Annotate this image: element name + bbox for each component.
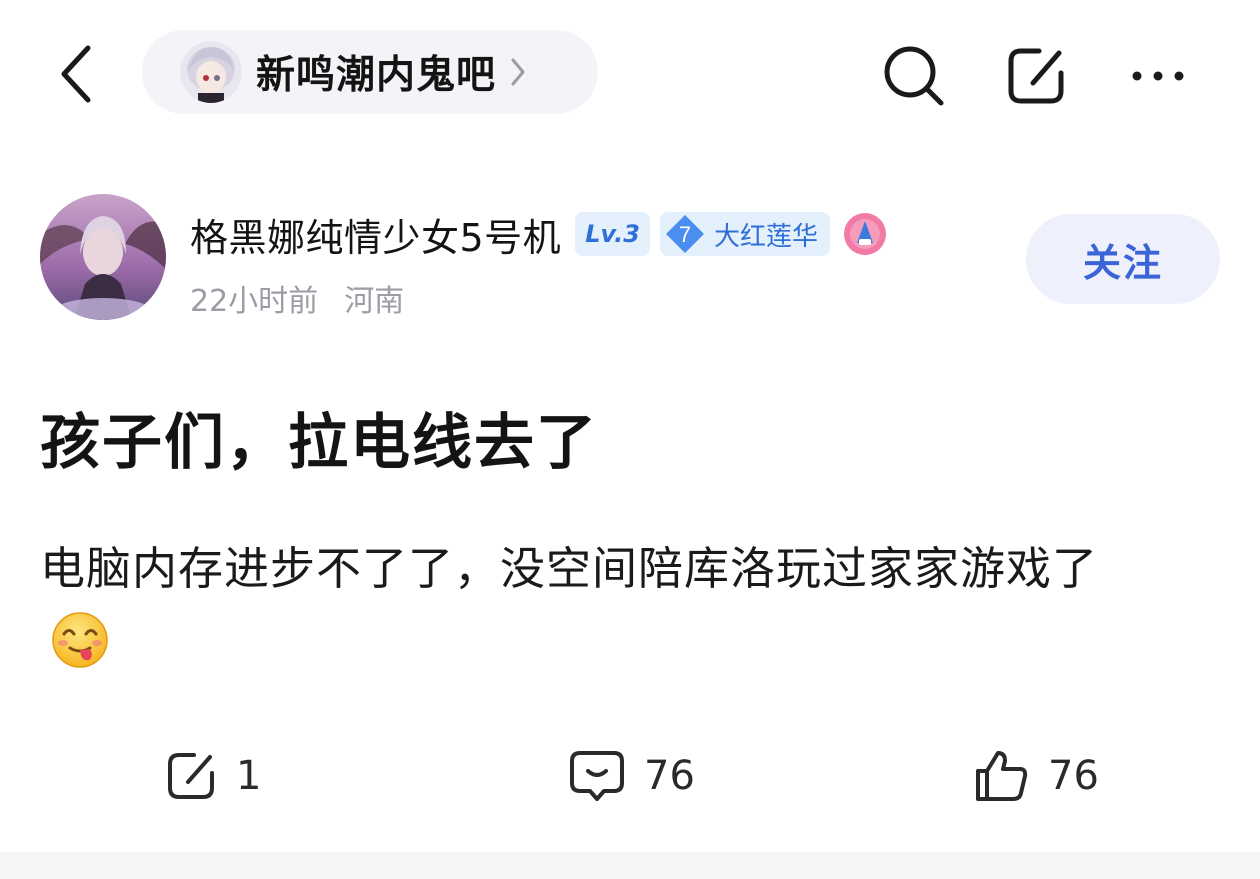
comment-count: 76 — [644, 753, 695, 799]
thumbs-up-icon — [976, 751, 1028, 801]
like-action[interactable]: 76 — [972, 744, 1099, 808]
tongue-out-emoji-icon — [50, 610, 110, 670]
like-count: 76 — [1048, 753, 1099, 799]
forum-name: 新鸣潮内鬼吧 — [256, 53, 497, 98]
share-icon — [168, 753, 214, 799]
share-button[interactable] — [998, 38, 1074, 114]
forum-avatar — [180, 41, 242, 103]
share-icon — [1008, 48, 1064, 104]
share-action[interactable]: 1 — [164, 744, 261, 808]
more-icon — [1132, 71, 1184, 81]
comment-icon — [570, 751, 624, 801]
level-badge: Lv.3 — [575, 212, 650, 256]
author-name[interactable]: 格黑娜纯情少女5号机 — [190, 207, 561, 262]
search-icon — [884, 46, 944, 106]
honor-title: 大红莲华 — [713, 221, 818, 252]
back-button[interactable] — [48, 38, 104, 110]
comment-action[interactable]: 76 — [568, 744, 695, 808]
bottom-divider — [0, 852, 1260, 879]
medal-icon — [842, 211, 888, 257]
share-count: 1 — [236, 753, 262, 799]
chevron-right-icon — [510, 57, 526, 87]
post-title: 孩子们，拉电线去了 — [40, 408, 598, 478]
more-button[interactable] — [1120, 38, 1196, 114]
post-location: 河南 — [344, 284, 405, 319]
honor-badge: 7 大红莲华 — [659, 212, 830, 256]
back-arrow-icon — [61, 45, 91, 103]
follow-button[interactable]: 关注 — [1026, 214, 1220, 304]
diamond-icon: 7 — [660, 212, 710, 256]
post-time: 22小时前 — [190, 284, 319, 319]
post-meta: 22小时前 河南 — [190, 276, 404, 320]
author-avatar[interactable] — [40, 194, 166, 320]
honor-level: 7 — [679, 222, 691, 247]
forum-entry[interactable]: 新鸣潮内鬼吧 — [142, 30, 598, 114]
post-body: 电脑内存进步不了了，没空间陪库洛玩过家家游戏了 — [40, 542, 1099, 595]
search-button[interactable] — [876, 38, 952, 114]
